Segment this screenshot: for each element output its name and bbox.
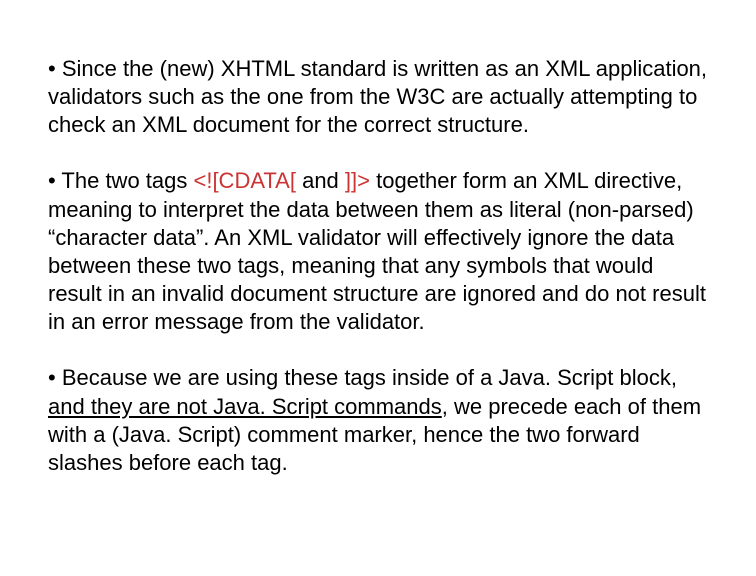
para1-text: • Since the (new) XHTML standard is writ… [48, 56, 707, 137]
slide-content: • Since the (new) XHTML standard is writ… [0, 0, 756, 545]
paragraph-2: • The two tags <![CDATA[ and ]]> togethe… [48, 167, 708, 336]
para2-t1: • The two tags [48, 168, 193, 193]
paragraph-1: • Since the (new) XHTML standard is writ… [48, 55, 708, 139]
para3-t1: • Because we are using these tags inside… [48, 365, 677, 390]
para2-t2: and [296, 168, 345, 193]
cdata-open-tag: <![CDATA[ [193, 168, 295, 193]
paragraph-3: • Because we are using these tags inside… [48, 364, 708, 477]
para3-underline: and they are not Java. Script commands [48, 394, 442, 419]
cdata-close-tag: ]]> [345, 168, 370, 193]
